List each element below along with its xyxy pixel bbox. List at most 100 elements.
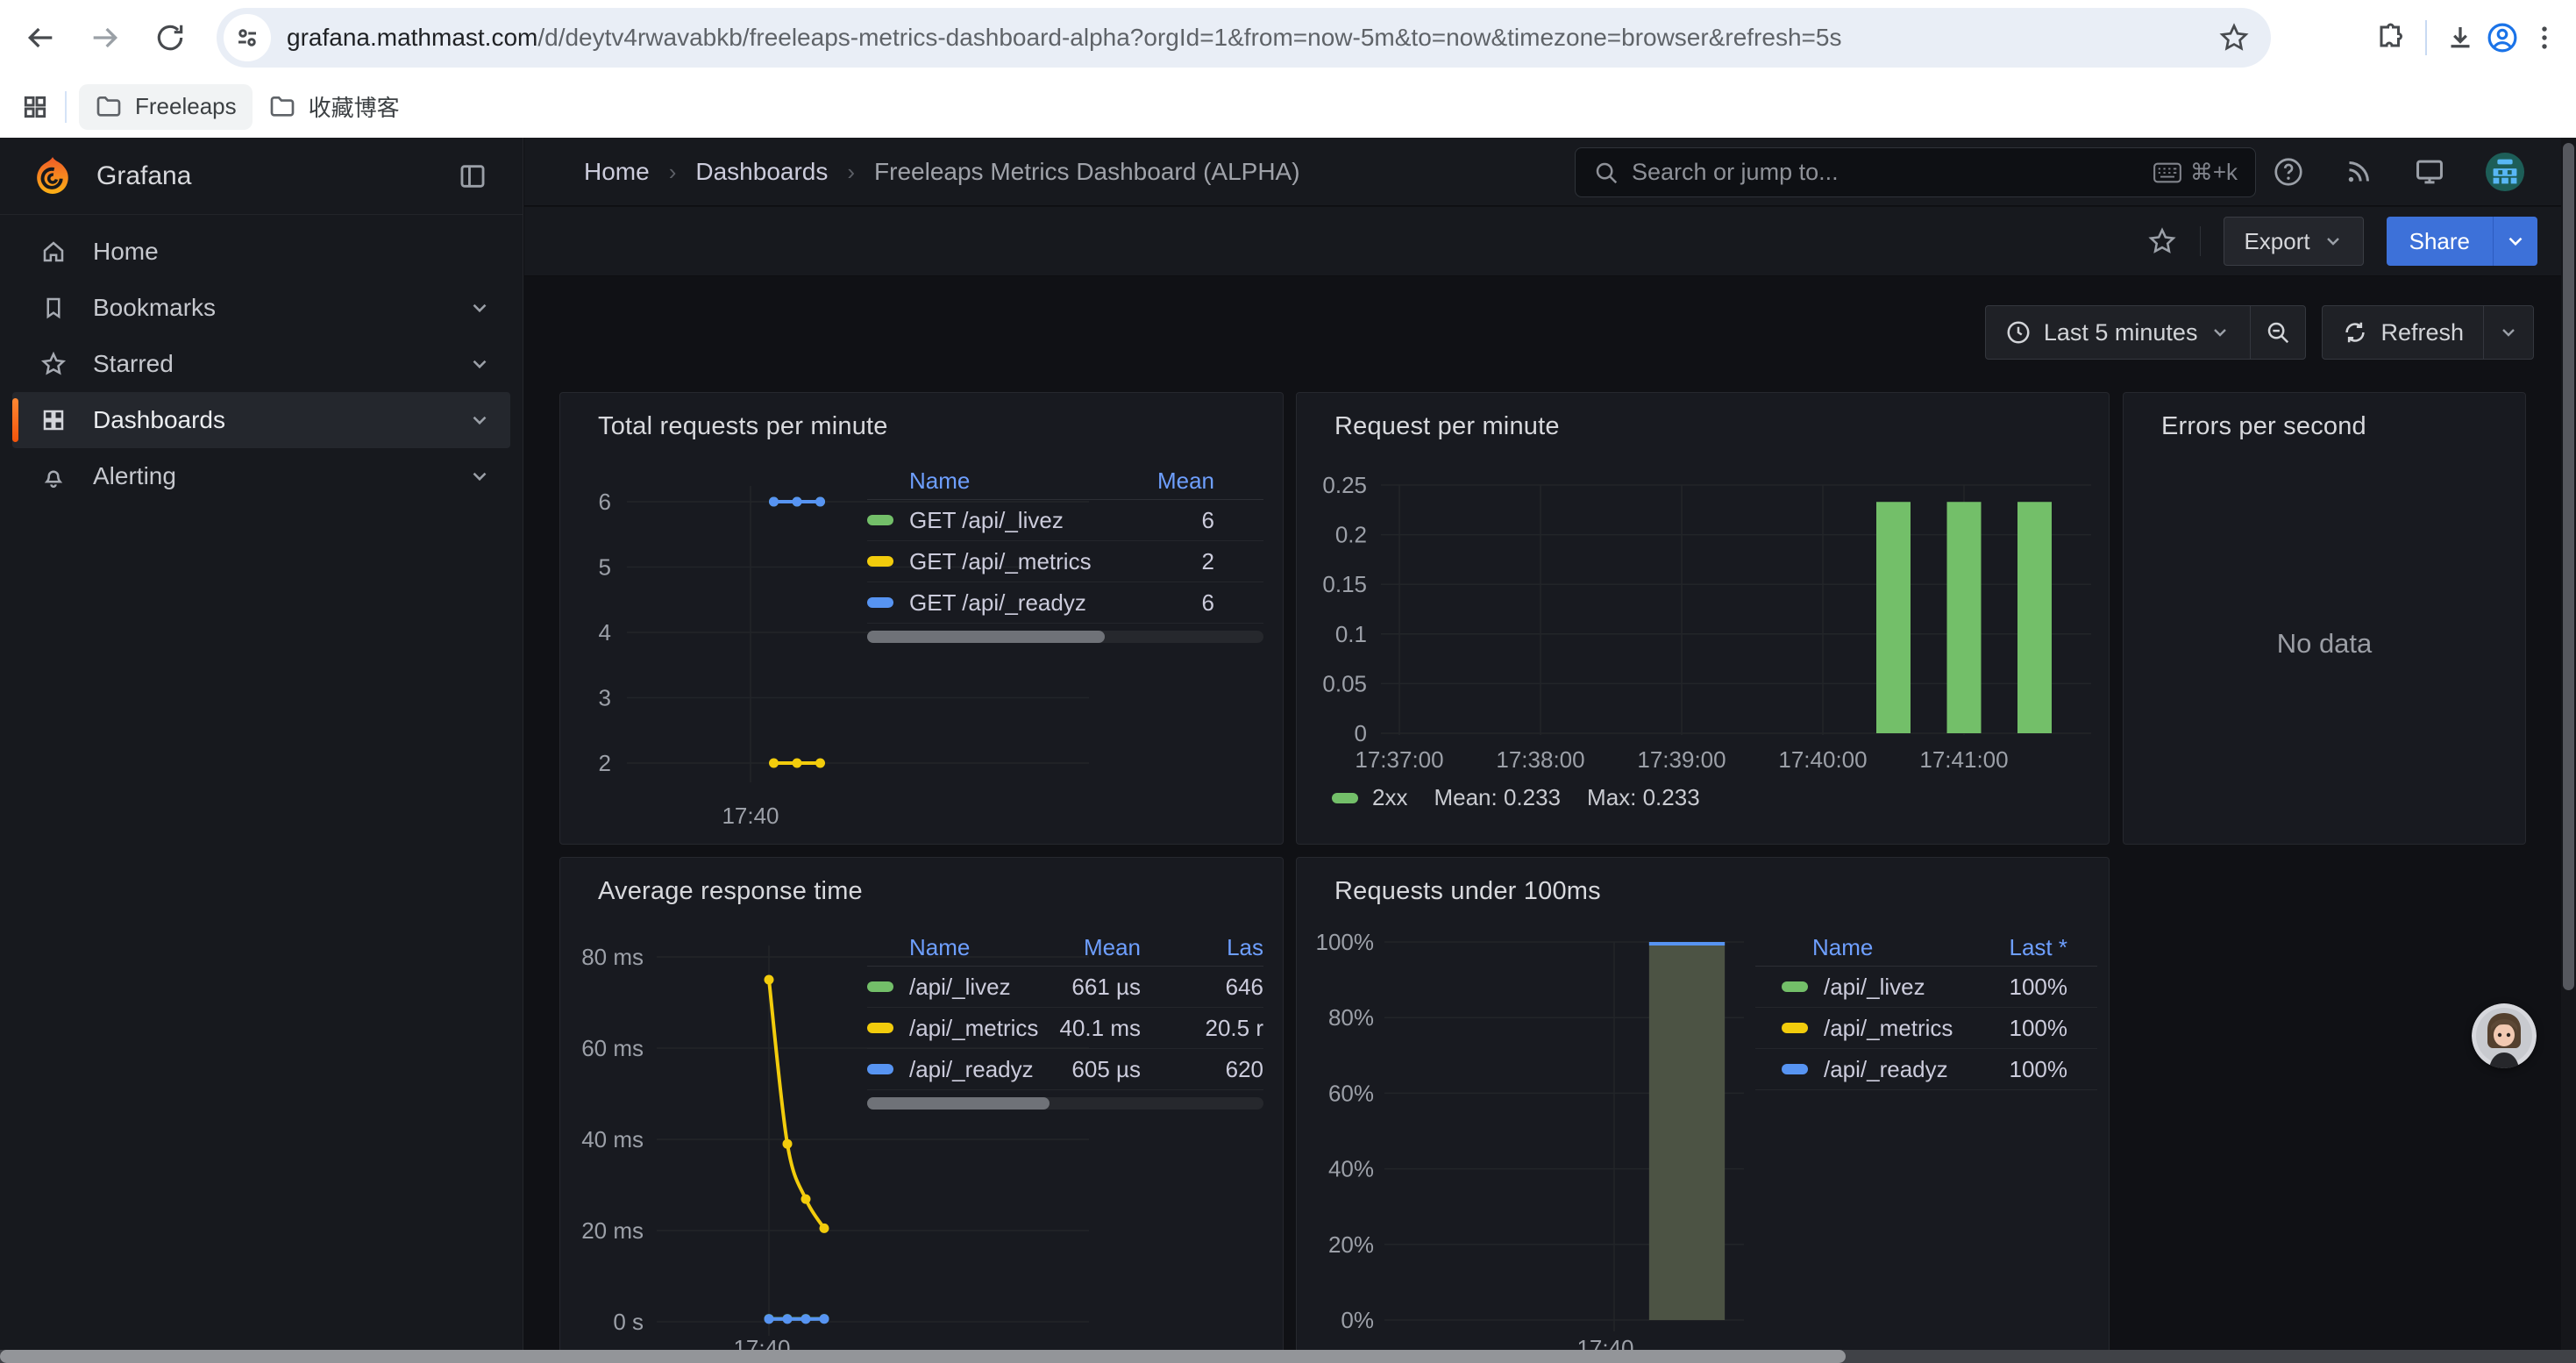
legend-row[interactable]: /api/_metrics 100% — [1755, 1008, 2097, 1049]
legend-row[interactable]: /api/_readyz 605 µs 620 — [867, 1049, 1263, 1090]
site-settings-button[interactable] — [224, 14, 271, 61]
series-swatch — [1782, 1064, 1808, 1074]
legend-row[interactable]: /api/_readyz 100% — [1755, 1049, 2097, 1090]
scrollbar-thumb[interactable] — [2563, 143, 2574, 990]
url-text[interactable]: grafana.mathmast.com/d/deytv4rwavabkb/fr… — [287, 24, 2218, 52]
profile-button[interactable] — [2481, 17, 2523, 59]
horizontal-scrollbar[interactable] — [0, 1350, 2576, 1363]
svg-text:2: 2 — [599, 750, 611, 776]
grafana-logo[interactable] — [33, 156, 72, 196]
scrollbar-thumb[interactable] — [867, 1097, 1050, 1110]
legend-col-last[interactable]: Last * — [2010, 934, 2098, 961]
svg-text:17:41:00: 17:41:00 — [1919, 746, 2008, 773]
legend-col-name[interactable]: Name — [1812, 934, 1873, 961]
bookmark-icon — [40, 295, 67, 321]
back-button[interactable] — [19, 17, 61, 59]
panel-title[interactable]: Average response time — [598, 877, 863, 906]
breadcrumb-home[interactable]: Home — [584, 158, 650, 186]
monitor-kiosk-icon[interactable] — [2413, 155, 2446, 189]
panel-errors-per-second: Errors per second No data — [2123, 392, 2526, 845]
legend-table: Name Last * /api/_livez 100% /api/_metri… — [1755, 930, 2097, 1090]
series-name[interactable]: GET /api/_readyz — [909, 589, 1086, 617]
series-name[interactable]: GET /api/_metrics — [909, 548, 1092, 575]
chevron-down-icon — [468, 409, 491, 432]
sidebar-item-home[interactable]: Home — [12, 224, 510, 280]
sidebar-item-bookmarks[interactable]: Bookmarks — [12, 280, 510, 336]
series-name[interactable]: /api/_metrics — [909, 1015, 1038, 1042]
series-name[interactable]: GET /api/_livez — [909, 507, 1064, 534]
breadcrumb-current: Freeleaps Metrics Dashboard (ALPHA) — [874, 158, 1300, 186]
series-name[interactable]: /api/_livez — [1824, 974, 1925, 1001]
series-name[interactable]: /api/_metrics — [1824, 1015, 1953, 1042]
help-icon[interactable] — [2273, 156, 2304, 188]
series-name[interactable]: 2xx — [1372, 784, 1407, 811]
scrollbar-thumb[interactable] — [0, 1350, 1846, 1363]
dock-sidebar-icon[interactable] — [458, 161, 487, 191]
sidebar-item-alerting[interactable]: Alerting — [12, 448, 510, 504]
series-name[interactable]: /api/_livez — [909, 974, 1011, 1001]
legend-col-last[interactable]: Las — [1141, 934, 1263, 961]
legend-row[interactable]: /api/_metrics 40.1 ms 20.5 r — [867, 1008, 1263, 1049]
chevron-down-icon — [2498, 322, 2519, 343]
series-name[interactable]: /api/_readyz — [909, 1056, 1034, 1083]
svg-text:4: 4 — [599, 619, 611, 646]
panel-title[interactable]: Errors per second — [2161, 412, 2366, 441]
panel-title[interactable]: Total requests per minute — [598, 412, 888, 441]
downloads-button[interactable] — [2439, 17, 2481, 59]
refresh-interval-button[interactable] — [2483, 306, 2533, 359]
legend-col-mean[interactable]: Mean — [1084, 934, 1141, 961]
sidebar-item-starred[interactable]: Starred — [12, 336, 510, 392]
legend-row[interactable]: GET /api/_readyz 6 — [867, 582, 1263, 624]
time-range-button[interactable]: Last 5 minutes — [1986, 306, 2251, 359]
forward-button[interactable] — [84, 17, 126, 59]
share-menu-button[interactable] — [2493, 217, 2537, 266]
export-button[interactable]: Export — [2224, 217, 2363, 266]
legend-row[interactable]: GET /api/_livez 6 — [867, 500, 1263, 541]
user-avatar[interactable] — [2485, 152, 2525, 192]
panel-title[interactable]: Requests under 100ms — [1334, 877, 1601, 906]
bookmark-star-button[interactable] — [2218, 22, 2250, 54]
sidebar-item-dashboards[interactable]: Dashboards — [12, 392, 510, 448]
favorite-star-icon[interactable] — [2147, 226, 2177, 256]
search-input[interactable]: Search or jump to... ⌘+k — [1575, 147, 2256, 197]
legend-scrollbar[interactable] — [867, 631, 1263, 643]
reload-button[interactable] — [149, 17, 191, 59]
legend-scrollbar[interactable] — [867, 1097, 1263, 1110]
chevron-down-icon — [2504, 230, 2527, 253]
legend-col-name[interactable]: Name — [909, 467, 970, 495]
svg-text:100%: 100% — [1316, 929, 1375, 955]
panel-title[interactable]: Request per minute — [1334, 412, 1560, 441]
legend[interactable]: 2xx Mean: 0.233 Max: 0.233 — [1332, 784, 1700, 811]
refresh-button[interactable]: Refresh — [2323, 306, 2483, 359]
url-bar[interactable]: grafana.mathmast.com/d/deytv4rwavabkb/fr… — [217, 8, 2271, 68]
svg-text:80%: 80% — [1328, 1004, 1374, 1031]
svg-text:20 ms: 20 ms — [581, 1217, 644, 1244]
rss-news-icon[interactable] — [2343, 156, 2374, 188]
vertical-scrollbar[interactable] — [2561, 138, 2576, 1350]
legend-row[interactable]: /api/_livez 100% — [1755, 967, 2097, 1008]
extensions-button[interactable] — [2371, 17, 2413, 59]
legend-col-name[interactable]: Name — [909, 934, 970, 961]
clock-icon — [2005, 319, 2032, 346]
series-name[interactable]: /api/_readyz — [1824, 1056, 1948, 1083]
sidebar-header: Grafana — [0, 138, 523, 215]
browser-menu-button[interactable] — [2523, 17, 2565, 59]
search-placeholder: Search or jump to... — [1632, 159, 2153, 186]
bookmark-folder-blog[interactable]: 收藏博客 — [253, 82, 416, 132]
bookmark-folder-freeleaps[interactable]: Freeleaps — [79, 84, 253, 130]
star-icon — [40, 351, 67, 377]
download-icon — [2444, 22, 2476, 54]
top-nav: Home › Dashboards › Freeleaps Metrics Da… — [524, 138, 2576, 206]
zoom-out-button[interactable] — [2250, 306, 2305, 359]
share-button[interactable]: Share — [2387, 217, 2537, 266]
share-label[interactable]: Share — [2387, 217, 2493, 266]
floating-assistant-avatar[interactable] — [2472, 1003, 2537, 1068]
apps-grid-button[interactable] — [14, 86, 56, 128]
breadcrumb-dashboards[interactable]: Dashboards — [695, 158, 828, 186]
scrollbar-thumb[interactable] — [867, 631, 1105, 643]
legend-row[interactable]: GET /api/_metrics 2 — [867, 541, 1263, 582]
breadcrumb-separator: › — [847, 159, 855, 186]
legend-col-mean[interactable]: Mean — [1157, 467, 1263, 495]
legend-row[interactable]: /api/_livez 661 µs 646 — [867, 967, 1263, 1008]
series-last: 620 — [1141, 1056, 1263, 1083]
